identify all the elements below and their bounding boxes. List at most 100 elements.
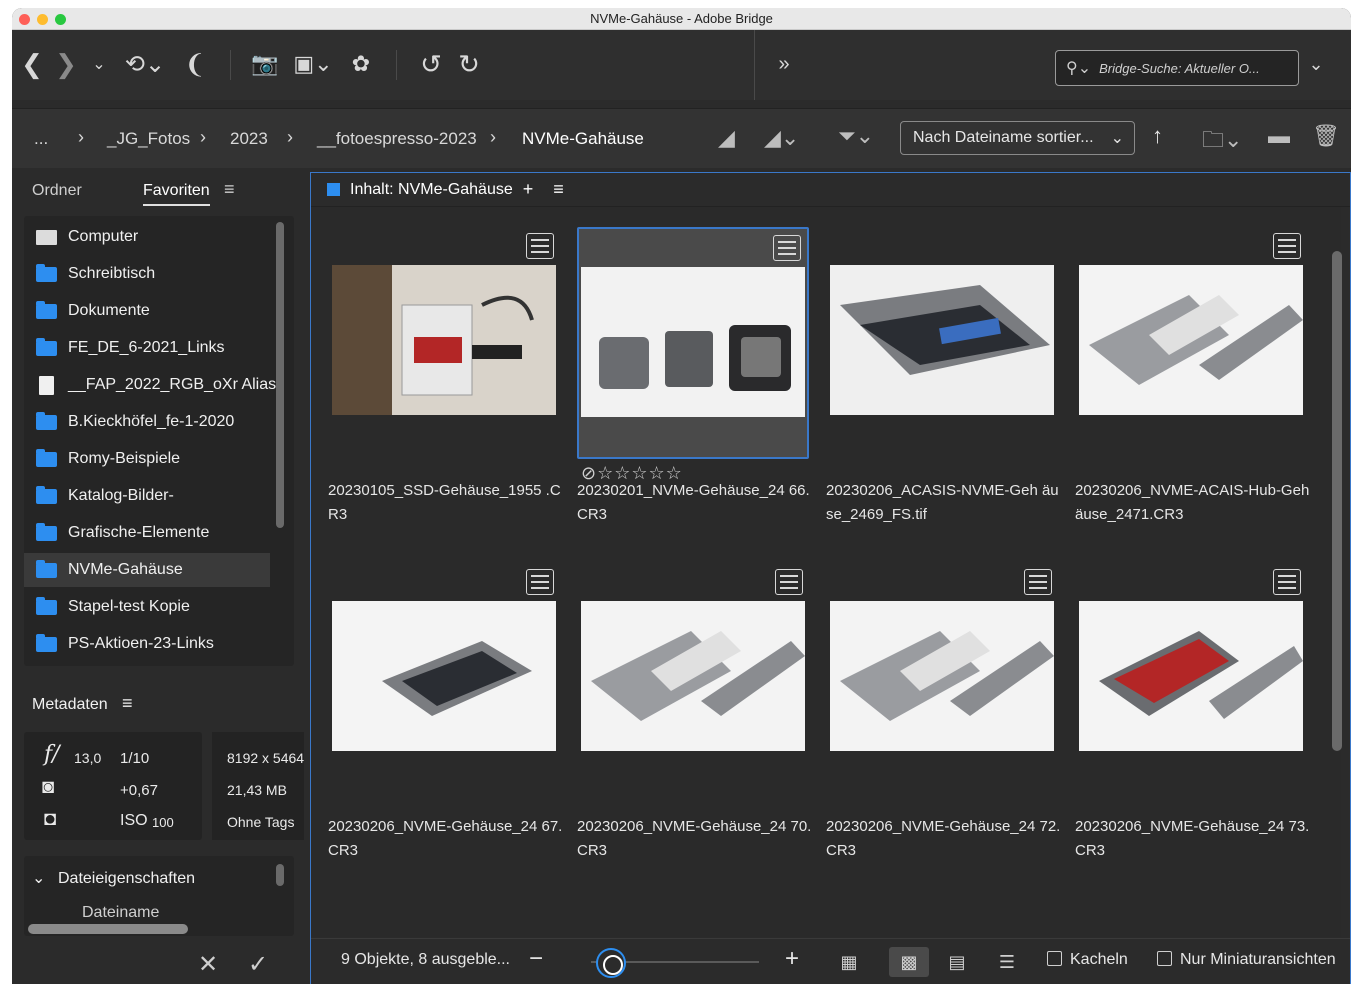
- settings-sliders-icon[interactable]: [526, 569, 554, 595]
- more-tools-icon[interactable]: »: [772, 47, 796, 81]
- thumbnail-image[interactable]: [332, 601, 556, 751]
- minimize-window-button[interactable]: [37, 14, 48, 25]
- thumbnail-image[interactable]: [332, 265, 556, 415]
- thumbnail-cell[interactable]: 20230206_NVME-Gehäuse_24 73.CR3: [1075, 563, 1309, 859]
- settings-sliders-icon[interactable]: [1273, 233, 1301, 259]
- thumbnail-cell[interactable]: 20230206_ACASIS-NVME-Geh äuse_2469_FS.ti…: [826, 227, 1059, 523]
- tab-favorites[interactable]: Favoriten: [143, 182, 210, 206]
- apply-icon[interactable]: ✓: [248, 950, 268, 979]
- thumbnail-cell-selected[interactable]: ⊘☆☆☆☆☆ 20230201_NVMe-Gehäuse_24 66.CR3: [577, 227, 810, 523]
- rotate-right-icon[interactable]: ↻: [454, 47, 484, 81]
- favorite-item[interactable]: Katalog-Bilder-: [24, 479, 270, 513]
- thumbnail-cell[interactable]: 20230206_NVME-ACAIS-Hub-Gehäuse_2471.CR3: [1075, 227, 1309, 523]
- camera-import-icon[interactable]: 📷: [250, 47, 280, 81]
- thumbnail-view-icon[interactable]: ▩: [889, 947, 929, 977]
- sort-dropdown[interactable]: Nach Dateiname sortier... ⌄: [900, 121, 1135, 155]
- thumbnail-cell[interactable]: 20230206_NVME-Gehäuse_24 67.CR3: [328, 563, 562, 859]
- favorite-item[interactable]: FE_DE_6-2021_Links: [24, 331, 270, 365]
- content-scrollbar[interactable]: [1332, 251, 1342, 751]
- back-icon[interactable]: ❮: [20, 47, 44, 81]
- thumbnail-image[interactable]: [581, 601, 805, 751]
- thumbnails-only-checkbox[interactable]: Nur Miniaturansichten: [1157, 951, 1336, 969]
- favorite-item-selected[interactable]: NVMe-Gahäuse: [24, 553, 270, 587]
- favorite-item[interactable]: Stapel-test Kopie: [24, 590, 270, 624]
- breadcrumb-item[interactable]: __fotoespresso-2023: [317, 129, 477, 149]
- thumbnail-image[interactable]: [581, 267, 805, 417]
- slider-handle[interactable]: [596, 948, 627, 978]
- photo-enclosures-icon: [581, 267, 805, 417]
- copy-files-icon[interactable]: ▣⌄: [290, 47, 336, 81]
- zoom-in-icon[interactable]: +: [785, 945, 799, 973]
- thumbnail-cell[interactable]: 20230206_NVME-Gehäuse_24 70.CR3: [577, 563, 811, 859]
- thumbnail-image[interactable]: [830, 601, 1054, 751]
- item-count: 9 Objekte, 8 ausgeble...: [341, 951, 510, 968]
- favorite-item-desktop[interactable]: Schreibtisch: [24, 257, 270, 291]
- favorite-item[interactable]: Romy-Beispiele: [24, 442, 270, 476]
- favorite-item-computer[interactable]: Computer: [24, 220, 270, 254]
- sort-ascending-icon[interactable]: ↑: [1152, 123, 1163, 149]
- favorite-item[interactable]: B.Kieckhöfel_fe-1-2020: [24, 405, 270, 439]
- open-recent-folder-icon[interactable]: 🗀⌄: [1202, 123, 1242, 161]
- thumbnail-cell[interactable]: 20230206_NVME-Gehäuse_24 72.CR3: [826, 563, 1060, 859]
- favorites-scrollbar[interactable]: [276, 222, 284, 528]
- favorite-label: Schreibtisch: [68, 265, 156, 282]
- thumbnail-cell[interactable]: 20230105_SSD-Gehäuse_1955 .CR3: [328, 227, 561, 523]
- favorite-item[interactable]: PS-Aktioen-23-Links: [24, 627, 270, 661]
- cancel-icon[interactable]: ✕: [198, 950, 218, 979]
- thumbnail-image[interactable]: [1079, 265, 1303, 415]
- breadcrumb-current[interactable]: NVMe-Gahäuse: [522, 129, 644, 149]
- favorite-item-documents[interactable]: Dokumente: [24, 294, 270, 328]
- zoom-window-button[interactable]: [55, 14, 66, 25]
- panel-menu-icon[interactable]: ≡: [553, 179, 564, 200]
- trash-icon[interactable]: 🗑: [1312, 123, 1340, 149]
- refine-icon[interactable]: ✿: [346, 47, 376, 81]
- photo-open-enclosure-icon: [332, 601, 556, 751]
- search-options-chevron-icon[interactable]: ⌄: [1306, 47, 1326, 81]
- chevron-down-icon[interactable]: ⌄: [90, 47, 108, 81]
- breadcrumb-item[interactable]: 2023: [230, 129, 268, 149]
- recent-history-icon[interactable]: ⟲⌄: [122, 47, 168, 81]
- file-properties-title[interactable]: Dateieigenschaften: [58, 870, 195, 888]
- panel-menu-icon[interactable]: ≡: [224, 179, 235, 200]
- thumbnail-grid: 20230105_SSD-Gehäuse_1955 .CR3 ⊘☆☆☆☆☆ 20…: [311, 207, 1342, 937]
- path-bar: ... › _JG_Fotos › 2023 › __fotoespresso-…: [12, 108, 1351, 168]
- boomerang-icon[interactable]: ❨: [182, 47, 208, 81]
- breadcrumb-item[interactable]: ...: [34, 129, 48, 149]
- forward-icon[interactable]: ❯: [54, 47, 78, 81]
- panel-menu-icon[interactable]: ≡: [122, 693, 133, 714]
- grid-lock-icon[interactable]: ▦: [829, 947, 869, 977]
- breadcrumb-item[interactable]: _JG_Fotos: [107, 129, 190, 149]
- thumbnail-image[interactable]: [1079, 601, 1303, 751]
- chevron-right-icon: ›: [78, 127, 84, 147]
- metadata-horizontal-scrollbar[interactable]: [28, 924, 188, 934]
- search-input[interactable]: ⚲⌄ Bridge-Suche: Aktueller O...: [1055, 50, 1299, 86]
- settings-sliders-icon[interactable]: [1273, 569, 1301, 595]
- settings-sliders-icon[interactable]: [526, 233, 554, 259]
- settings-sliders-icon[interactable]: [1024, 569, 1052, 595]
- sort-by-rating-icon[interactable]: ◢: [718, 125, 735, 151]
- thumbnail-image[interactable]: [830, 265, 1054, 415]
- favorite-item[interactable]: Grafische-Elemente: [24, 516, 270, 550]
- new-folder-icon[interactable]: ▬: [1268, 123, 1290, 149]
- filter-rating-icon[interactable]: ◢⌄: [764, 125, 799, 151]
- settings-sliders-icon[interactable]: [775, 569, 803, 595]
- filter-icon[interactable]: ⏷⌄: [838, 123, 874, 149]
- details-view-icon[interactable]: ▤: [937, 947, 977, 977]
- chevron-down-icon[interactable]: ⌄: [32, 868, 45, 888]
- rotate-left-icon[interactable]: ↺: [416, 47, 446, 81]
- tiles-checkbox[interactable]: Kacheln: [1047, 951, 1128, 969]
- list-view-icon[interactable]: ☰: [987, 947, 1027, 977]
- close-window-button[interactable]: [19, 14, 30, 25]
- settings-sliders-icon[interactable]: [773, 235, 801, 261]
- tab-folders[interactable]: Ordner: [32, 182, 82, 200]
- favorite-item[interactable]: __FAP_2022_RGB_oXr Alias: [24, 368, 276, 402]
- add-tab-icon[interactable]: +: [523, 179, 534, 200]
- content-header: Inhalt: NVMe-Gahäuse + ≡: [311, 173, 1350, 207]
- folder-icon: [36, 300, 57, 319]
- zoom-out-icon[interactable]: −: [529, 945, 543, 973]
- computer-icon: [36, 229, 57, 245]
- iso-value: 100: [152, 815, 174, 830]
- panel-color-marker: [327, 183, 340, 196]
- properties-scrollbar[interactable]: [276, 864, 284, 886]
- folder-icon: [36, 263, 57, 282]
